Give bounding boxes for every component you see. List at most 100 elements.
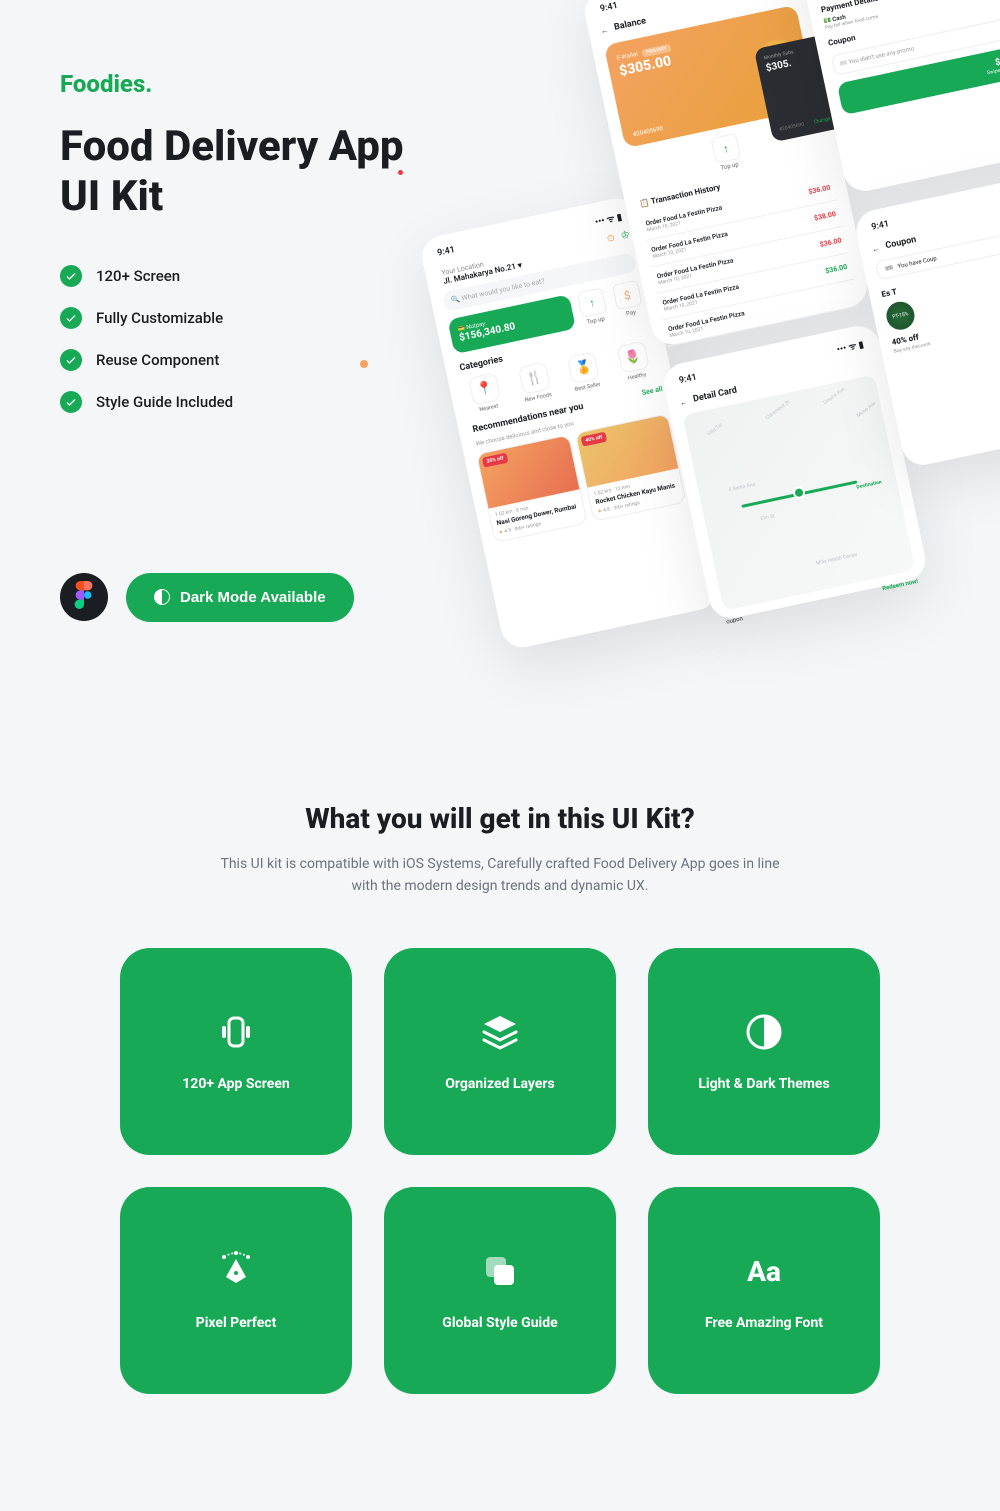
feature-item: Style Guide Included	[60, 391, 420, 413]
rec-card[interactable]: 40% off1.02 km · 12 minRocket Chicken Ka…	[575, 413, 687, 522]
cat-name: New Foods	[516, 390, 561, 405]
tile-label: Organized Layers	[445, 1076, 554, 1092]
tile-style-guide[interactable]: Global Style Guide	[384, 1187, 616, 1394]
coupon-text: You have Coup	[897, 255, 937, 270]
cat-icon: 🏅	[567, 351, 600, 384]
tile-layers[interactable]: Organized Layers	[384, 948, 616, 1155]
street-label: Mono Ave	[856, 401, 877, 419]
tile-app-screen[interactable]: 120+ App Screen	[120, 948, 352, 1155]
check-icon	[60, 307, 82, 329]
category-healthy[interactable]: 🌷Healthy	[608, 339, 659, 384]
status-time: 9:41	[436, 245, 456, 261]
destination-label: Destination	[856, 479, 882, 490]
cat-icon: 🍴	[518, 362, 551, 395]
hero-section: Foodies. Food Delivery App UI Kit 120+ S…	[0, 0, 1000, 722]
rec-card[interactable]: 35% off1.02 km · 8 minNasi Goreng Dower,…	[476, 434, 588, 543]
cat-name: Healthy	[615, 369, 660, 384]
feature-label: Reuse Component	[96, 351, 219, 369]
promo-badge: PT-15%	[884, 299, 917, 332]
topup-icon: ↑	[577, 287, 608, 318]
street-label: Villa Ter	[706, 422, 724, 437]
cat-icon: 🌷	[616, 341, 649, 374]
features-section: What you will get in this UI Kit? This U…	[0, 722, 1000, 1434]
tx-price: $36.00	[825, 263, 848, 275]
redeem-link[interactable]: Redeem now!	[882, 578, 919, 592]
tx-price: $36.00	[819, 236, 842, 248]
tx-price: $38.00	[813, 210, 836, 222]
card-number: #20405690	[632, 125, 663, 138]
screen-title: Detail Card	[692, 385, 738, 404]
tile-label: Light & Dark Themes	[698, 1076, 829, 1092]
see-all-link[interactable]: See all	[641, 385, 663, 397]
screen-title: Coupon	[885, 235, 918, 251]
theme-icon	[742, 1010, 786, 1054]
figma-icon	[74, 581, 94, 613]
tx-price: $36.00	[808, 184, 831, 196]
phone-mockups: 9:41••• ᯤ ▮ Your LocationJl. Mahakarya N…	[373, 0, 1000, 722]
feature-item: Fully Customizable	[60, 307, 420, 329]
street-label: Mills Health Center	[816, 552, 859, 567]
tile-themes[interactable]: Light & Dark Themes	[648, 948, 880, 1155]
tile-pixel[interactable]: Pixel Perfect	[120, 1187, 352, 1394]
feature-item: 120+ Screen	[60, 265, 420, 287]
back-button[interactable]: ←	[600, 25, 610, 35]
map[interactable]: Villa Ter Claremont St Dinuba Ave Mono A…	[682, 374, 915, 610]
pen-icon	[214, 1249, 258, 1293]
font-icon: Aa	[742, 1249, 786, 1293]
check-icon	[60, 349, 82, 371]
feature-label: 120+ Screen	[96, 267, 180, 285]
status-icons: ••• ᯤ ▮	[835, 337, 864, 355]
feature-item: Reuse Component	[60, 349, 420, 371]
layers-icon	[478, 1010, 522, 1054]
status-time: 9:41	[870, 219, 890, 235]
topup-icon: ↑	[710, 133, 741, 164]
tile-label: Global Style Guide	[442, 1315, 557, 1331]
figma-badge[interactable]	[60, 573, 108, 621]
screen-title: Balance	[613, 16, 647, 33]
category-nearest[interactable]: 📍Nearest	[460, 370, 511, 415]
category-best[interactable]: 🏅Best Seller	[559, 349, 610, 394]
feature-label: Style Guide Included	[96, 393, 233, 411]
discount-badge: 35% off	[482, 453, 509, 468]
check-icon	[60, 265, 82, 287]
street-label: Claremont St	[765, 399, 792, 421]
tile-label: 120+ App Screen	[182, 1076, 290, 1092]
badge-text: PT-15%	[892, 311, 909, 320]
cat-name: Nearest	[467, 401, 512, 416]
section-desc: This UI kit is compatible with iOS Syste…	[220, 853, 780, 898]
cart-icon[interactable]: ⊙	[606, 232, 616, 245]
street-label: E Santa Ana	[728, 482, 756, 493]
brand-logo: Foodies.	[60, 70, 420, 98]
category-new[interactable]: 🍴New Foods	[510, 360, 561, 405]
discount-badge: 40% off	[581, 432, 608, 447]
street-label: Dinuba Ave	[822, 386, 846, 406]
map-pin	[792, 486, 806, 500]
back-button[interactable]: ←	[679, 396, 689, 406]
topup-action[interactable]: ↑Top up	[708, 133, 745, 173]
status-time: 9:41	[599, 1, 619, 17]
street-label: Elm St	[760, 513, 775, 522]
cat-name: Best Seller	[565, 380, 610, 395]
pay-icon: $	[612, 280, 643, 311]
headline: Food Delivery App UI Kit	[60, 122, 420, 223]
back-button[interactable]: ←	[871, 243, 881, 253]
topup-action[interactable]: ↑Top up	[575, 287, 612, 327]
feature-grid: 120+ App Screen Organized Layers Light &…	[120, 948, 880, 1394]
copy-icon	[478, 1249, 522, 1293]
status-icons: ••• ᯤ ▮	[594, 210, 623, 228]
half-moon-icon	[154, 589, 170, 605]
feature-label: Fully Customizable	[96, 309, 223, 327]
cat-icon: 📍	[468, 372, 501, 405]
tile-label: Pixel Perfect	[196, 1315, 277, 1331]
dark-mode-button[interactable]: Dark Mode Available	[126, 573, 354, 622]
coupon-note: You didn't use any promo	[848, 45, 915, 66]
profile-icon[interactable]: ♔	[620, 229, 631, 242]
tile-label: Free Amazing Font	[705, 1315, 823, 1331]
check-icon	[60, 391, 82, 413]
pay-action[interactable]: $Pay	[610, 279, 647, 319]
screen-icon	[214, 1010, 258, 1054]
cta-label: Dark Mode Available	[180, 589, 326, 606]
tile-font[interactable]: Aa Free Amazing Font	[648, 1187, 880, 1394]
status-time: 9:41	[678, 373, 698, 389]
coupon-partial: oupon	[726, 615, 744, 625]
